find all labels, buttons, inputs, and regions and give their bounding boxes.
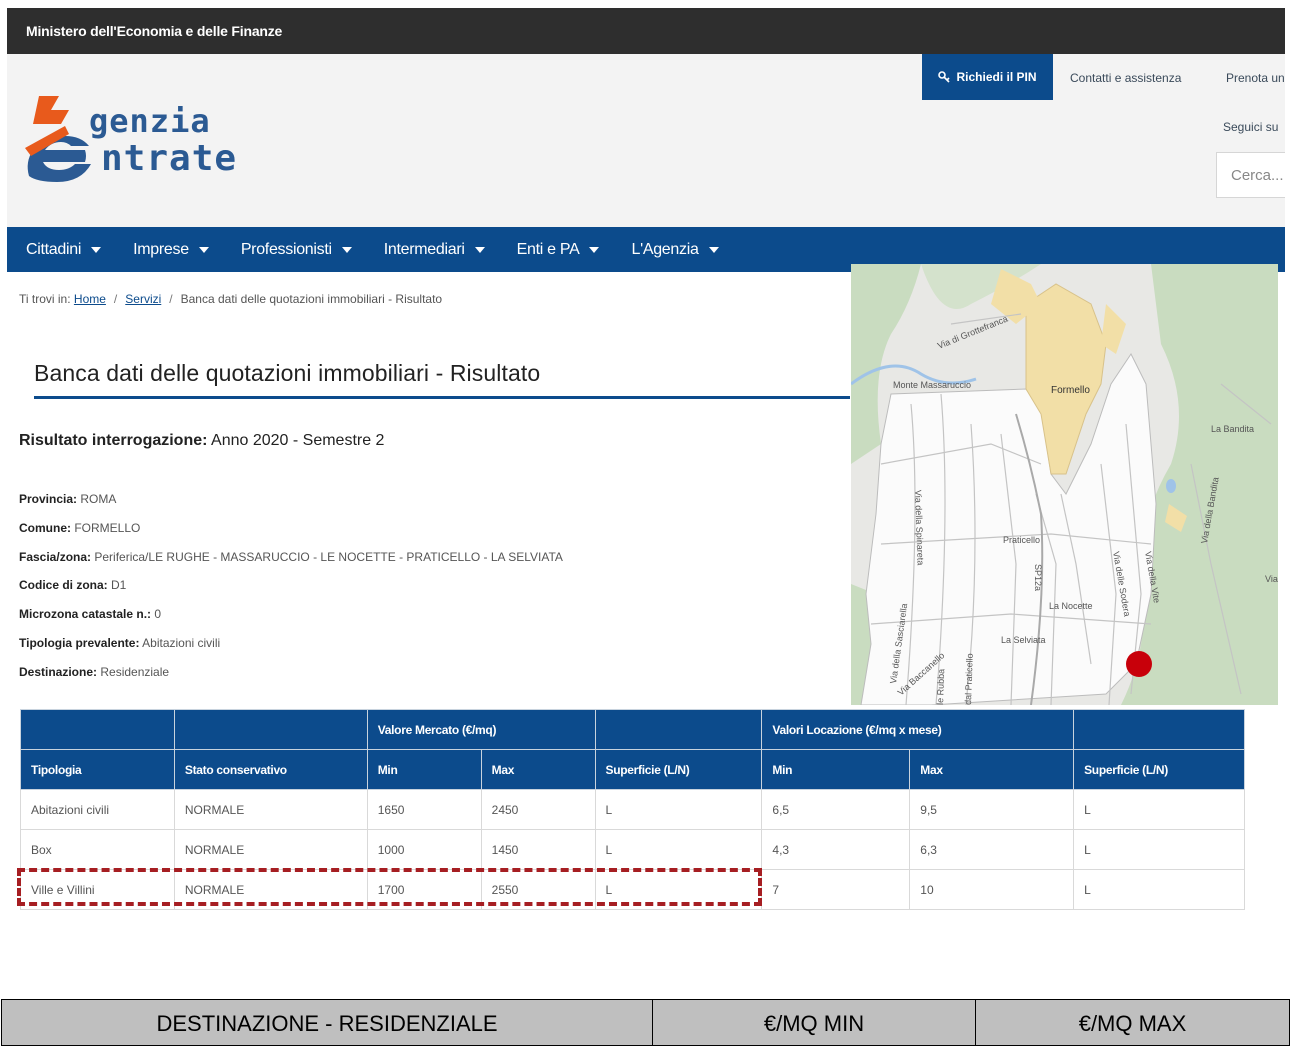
nav-item-intermediari[interactable]: Intermediari	[384, 241, 485, 259]
map-label: SP12a	[1033, 564, 1043, 591]
result-heading: Risultato interrogazione: Anno 2020 - Se…	[19, 432, 385, 449]
logo-line-2: ntrate	[101, 138, 238, 179]
info-fascia-zona: Fascia/zona: Periferica/LE RUGHE - MASSA…	[19, 549, 563, 564]
nav-item-enti-pa[interactable]: Enti e PA	[517, 241, 600, 259]
agenzia-entrate-logo[interactable]: genzia ntrate	[25, 96, 285, 186]
site-header: genzia ntrate Richiedi il PIN Contatti e…	[7, 54, 1285, 227]
ministry-bar: Ministero dell'Economia e delle Finanze	[7, 8, 1285, 54]
map-label: Formello	[1051, 385, 1090, 396]
info-provincia: Provincia: ROMA	[19, 492, 117, 506]
map-label: La Selviata	[1001, 635, 1046, 645]
col-superficie: Superficie (L/N)	[1073, 749, 1245, 790]
col-tipologia: Tipologia	[20, 749, 175, 790]
summary-col-destinazione: DESTINAZIONE - RESIDENZIALE	[2, 1000, 653, 1045]
map-label: La Nocette	[1049, 601, 1093, 611]
nav-item-professionisti[interactable]: Professionisti	[241, 241, 352, 259]
map-label: dal Praticello	[963, 653, 975, 705]
info-tipologia: Tipologia prevalente: Abitazioni civili	[19, 635, 221, 650]
table-header-row: Valore Mercato (€/mq) Valori Locazione (…	[20, 709, 1245, 750]
chevron-down-icon	[589, 246, 600, 253]
summary-header-row: DESTINAZIONE - RESIDENZIALE €/MQ MIN €/M…	[1, 999, 1290, 1046]
map-label: le Rubba	[935, 669, 946, 705]
map-label: Via	[1265, 574, 1278, 584]
breadcrumb-current: Banca dati delle quotazioni immobiliari …	[180, 292, 443, 306]
summary-col-min: €/MQ MIN	[653, 1000, 976, 1045]
col-stato: Stato conservativo	[173, 749, 368, 790]
col-valori-locazione: Valori Locazione (€/mq x mese)	[761, 709, 1075, 750]
chevron-down-icon	[198, 246, 209, 253]
info-destinazione: Destinazione: Residenziale	[19, 664, 170, 679]
richiedi-pin-label: Richiedi il PIN	[956, 70, 1037, 84]
breadcrumb-servizi-link[interactable]: Servizi	[125, 292, 161, 306]
table-subheader-row: Tipologia Stato conservativo Min Max Sup…	[20, 749, 1245, 790]
info-codice-zona: Codice di zona: D1	[19, 578, 127, 593]
page-title: Banca dati delle quotazioni immobiliari …	[34, 360, 541, 386]
richiedi-pin-button[interactable]: Richiedi il PIN	[922, 54, 1053, 100]
ministry-title[interactable]: Ministero dell'Economia e delle Finanze	[26, 23, 282, 39]
table-row: Abitazioni civili NORMALE 1650 2450 L 6,5 9,5 L	[20, 789, 1245, 830]
zone-info: Provincia: ROMA Comune: FORMELLO Fascia/…	[19, 491, 563, 693]
nav-item-cittadini[interactable]: Cittadini	[26, 241, 102, 259]
info-microzona: Microzona catastale n.: 0	[19, 607, 162, 622]
col-min: Min	[761, 749, 911, 790]
logo-line-1: genzia	[89, 102, 211, 140]
chevron-down-icon	[474, 246, 485, 253]
page: Ministero dell'Economia e delle Finanze …	[7, 8, 1285, 272]
seguici-link[interactable]: Seguici su	[1223, 120, 1285, 134]
chevron-down-icon	[708, 246, 719, 253]
map-label: La Bandita	[1211, 424, 1254, 434]
breadcrumb-home-link[interactable]: Home	[74, 292, 106, 306]
prenota-link[interactable]: Prenota un	[1226, 71, 1285, 85]
info-comune: Comune: FORMELLO	[19, 520, 141, 535]
map-canvas: Via di Grottefranca Monte Massaruccio Fo…	[851, 264, 1278, 705]
search-input[interactable]: Cerca...	[1216, 152, 1285, 198]
map-label: Monte Massaruccio	[893, 380, 971, 390]
nav-item-agenzia[interactable]: L'Agenzia	[631, 241, 719, 259]
table-row: Box NORMALE 1000 1450 L 4,3 6,3 L	[20, 829, 1245, 870]
key-icon	[938, 71, 951, 83]
breadcrumb: Ti trovi in: Home / Servizi / Banca dati del…	[19, 292, 443, 306]
col-min: Min	[366, 749, 482, 790]
col-superficie: Superficie (L/N)	[594, 749, 763, 790]
zone-map[interactable]: Via di Grottefranca Monte Massaruccio Fo…	[851, 264, 1278, 705]
chevron-down-icon	[91, 246, 102, 253]
quotazioni-table: Valore Mercato (€/mq) Valori Locazione (…	[20, 709, 1245, 910]
nav-item-imprese[interactable]: Imprese	[133, 241, 209, 259]
title-underline	[34, 396, 850, 399]
table-row: Ville e Villini NORMALE 1700 2550 L 7 10 L	[20, 869, 1245, 910]
map-marker-icon[interactable]	[1126, 651, 1152, 677]
chevron-down-icon	[341, 246, 352, 253]
col-max: Max	[480, 749, 596, 790]
map-label: Praticello	[1003, 535, 1040, 545]
col-valore-mercato: Valore Mercato (€/mq)	[366, 709, 596, 750]
contatti-link[interactable]: Contatti e assistenza	[1070, 71, 1181, 85]
col-max: Max	[909, 749, 1075, 790]
summary-col-max: €/MQ MAX	[1078, 1010, 1187, 1036]
